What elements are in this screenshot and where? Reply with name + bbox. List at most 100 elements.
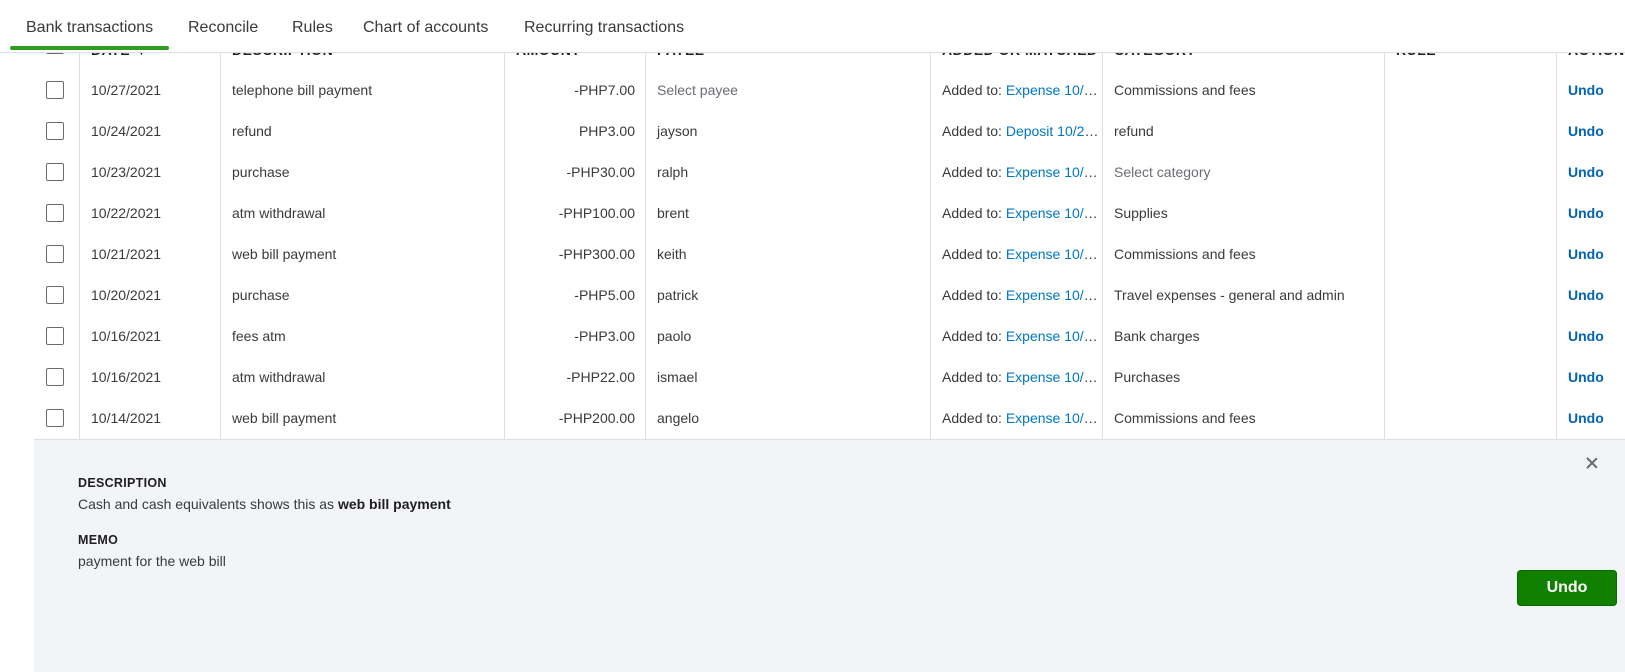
added-transaction-link[interactable]: Deposit 10/24/2021: [1006, 123, 1102, 139]
row-undo-link[interactable]: Undo: [1568, 205, 1604, 221]
cell-added-or-matched: Added to: Expense 10/27/2021: [930, 70, 1102, 111]
cell-added-or-matched: Added to: Expense 10/22/2021: [930, 193, 1102, 234]
row-undo-link[interactable]: Undo: [1568, 287, 1604, 303]
added-transaction-link[interactable]: Expense 10/16/2021: [1006, 369, 1102, 385]
tab-chart-of-accounts[interactable]: Chart of accounts: [363, 0, 488, 50]
cell-description: web bill payment: [232, 246, 337, 262]
added-transaction-link[interactable]: Expense 10/22/2021: [1006, 205, 1102, 221]
cell-category[interactable]: Travel expenses - general and admin: [1102, 275, 1384, 316]
cell-rule: [1384, 193, 1556, 234]
row-undo-link[interactable]: Undo: [1568, 123, 1604, 139]
cell-added-or-matched: Added to: Expense 10/14/2021: [930, 398, 1102, 439]
cell-action: Undo: [1556, 193, 1625, 234]
cell-category[interactable]: Commissions and fees: [1102, 234, 1384, 275]
row-checkbox[interactable]: [46, 409, 64, 427]
cell-category[interactable]: Purchases: [1102, 357, 1384, 398]
row-checkbox[interactable]: [46, 122, 64, 140]
cell-category[interactable]: Supplies: [1102, 193, 1384, 234]
row-undo-link[interactable]: Undo: [1568, 246, 1604, 262]
cell-category[interactable]: Select category: [1102, 152, 1384, 193]
row-checkbox[interactable]: [46, 286, 64, 304]
cell-action: Undo: [1556, 70, 1625, 111]
tab-rules[interactable]: Rules: [292, 0, 333, 50]
cell-payee[interactable]: brent: [645, 193, 930, 234]
cell-added-or-matched: Added to: Expense 10/16/2021: [930, 316, 1102, 357]
row-undo-link[interactable]: Undo: [1568, 410, 1604, 426]
added-transaction-link[interactable]: Expense 10/27/2021: [1006, 82, 1102, 98]
cell-category[interactable]: Commissions and fees: [1102, 70, 1384, 111]
table-row[interactable]: 10/16/2021 fees atm -PHP3.00 paolo Added to:…: [34, 316, 1625, 358]
cell-category[interactable]: refund: [1102, 111, 1384, 152]
added-transaction-link[interactable]: Expense 10/20/2021: [1006, 287, 1102, 303]
table-row[interactable]: 10/22/2021 atm withdrawal -PHP100.00 brent A…: [34, 193, 1625, 235]
row-undo-link[interactable]: Undo: [1568, 369, 1604, 385]
close-icon[interactable]: [1583, 454, 1601, 472]
row-checkbox[interactable]: [46, 245, 64, 263]
undo-button[interactable]: Undo: [1517, 570, 1617, 606]
row-undo-link[interactable]: Undo: [1568, 164, 1604, 180]
cell-description: atm withdrawal: [232, 205, 326, 221]
cell-payee[interactable]: ralph: [645, 152, 930, 193]
cell-action: Undo: [1556, 111, 1625, 152]
cell-payee[interactable]: keith: [645, 234, 930, 275]
cell-rule: [1384, 398, 1556, 439]
added-transaction-link[interactable]: Expense 10/16/2021: [1006, 328, 1102, 344]
table-row[interactable]: 10/24/2021 refund PHP3.00 jayson Added to: D…: [34, 111, 1625, 153]
cell-payee[interactable]: patrick: [645, 275, 930, 316]
cell-category[interactable]: Bank charges: [1102, 316, 1384, 357]
row-checkbox[interactable]: [46, 81, 64, 99]
added-transaction-link[interactable]: Expense 10/21/2021: [1006, 246, 1102, 262]
row-checkbox[interactable]: [46, 204, 64, 222]
added-prefix: Added to:: [942, 246, 1002, 262]
cell-payee[interactable]: paolo: [645, 316, 930, 357]
added-transaction-link[interactable]: Expense 10/23/2021: [1006, 164, 1102, 180]
cell-amount: PHP3.00: [578, 123, 635, 139]
column-divider: [220, 40, 221, 439]
detail-description-prefix: Cash and cash equivalents shows this as: [78, 496, 335, 512]
tab-recurring-transactions[interactable]: Recurring transactions: [524, 0, 684, 50]
cell-description: purchase: [232, 287, 290, 303]
cell-payee[interactable]: ismael: [645, 357, 930, 398]
row-undo-link[interactable]: Undo: [1568, 82, 1604, 98]
cell-date: 10/27/2021: [91, 82, 162, 98]
added-transaction-link[interactable]: Expense 10/14/2021: [1006, 410, 1102, 426]
table-row[interactable]: 10/16/2021 atm withdrawal -PHP22.00 ismael A…: [34, 357, 1625, 399]
column-divider: [1556, 40, 1557, 439]
cell-action: Undo: [1556, 152, 1625, 193]
row-checkbox[interactable]: [46, 368, 64, 386]
cell-payee[interactable]: Select payee: [645, 70, 930, 111]
detail-description-text: Cash and cash equivalents shows this as …: [78, 496, 451, 512]
cell-category[interactable]: Commissions and fees: [1102, 398, 1384, 439]
row-checkbox[interactable]: [46, 327, 64, 345]
cell-rule: [1384, 70, 1556, 111]
table-row[interactable]: 10/23/2021 purchase -PHP30.00 ralph Added to…: [34, 152, 1625, 194]
cell-date: 10/21/2021: [91, 246, 162, 262]
cell-rule: [1384, 234, 1556, 275]
cell-payee[interactable]: angelo: [645, 398, 930, 439]
column-divider: [1384, 40, 1385, 439]
cell-added-or-matched: Added to: Expense 10/16/2021: [930, 357, 1102, 398]
column-divider: [1102, 40, 1103, 439]
added-prefix: Added to:: [942, 82, 1002, 98]
cell-amount: -PHP7.00: [574, 82, 635, 98]
table-row[interactable]: 10/20/2021 purchase -PHP5.00 patrick Added t…: [34, 275, 1625, 317]
tab-bank-transactions[interactable]: Bank transactions: [9, 0, 170, 50]
cell-payee[interactable]: jayson: [645, 111, 930, 152]
tab-reconcile[interactable]: Reconcile: [188, 0, 258, 50]
added-prefix: Added to:: [942, 410, 1002, 426]
cell-amount: -PHP22.00: [566, 369, 635, 385]
row-checkbox[interactable]: [46, 163, 64, 181]
cell-description: refund: [232, 123, 272, 139]
cell-rule: [1384, 275, 1556, 316]
table-row[interactable]: 10/21/2021 web bill payment -PHP300.00 keit…: [34, 234, 1625, 276]
added-prefix: Added to:: [942, 123, 1002, 139]
row-undo-link[interactable]: Undo: [1568, 328, 1604, 344]
table-row[interactable]: 10/14/2021 web bill payment -PHP200.00 ange…: [34, 398, 1625, 440]
added-prefix: Added to:: [942, 287, 1002, 303]
added-prefix: Added to:: [942, 369, 1002, 385]
detail-memo-label: MEMO: [78, 533, 119, 547]
cell-description: web bill payment: [232, 410, 337, 426]
cell-description: telephone bill payment: [232, 82, 373, 98]
table-row[interactable]: 10/27/2021 telephone bill payment -PHP7.00…: [34, 70, 1625, 112]
cell-rule: [1384, 316, 1556, 357]
